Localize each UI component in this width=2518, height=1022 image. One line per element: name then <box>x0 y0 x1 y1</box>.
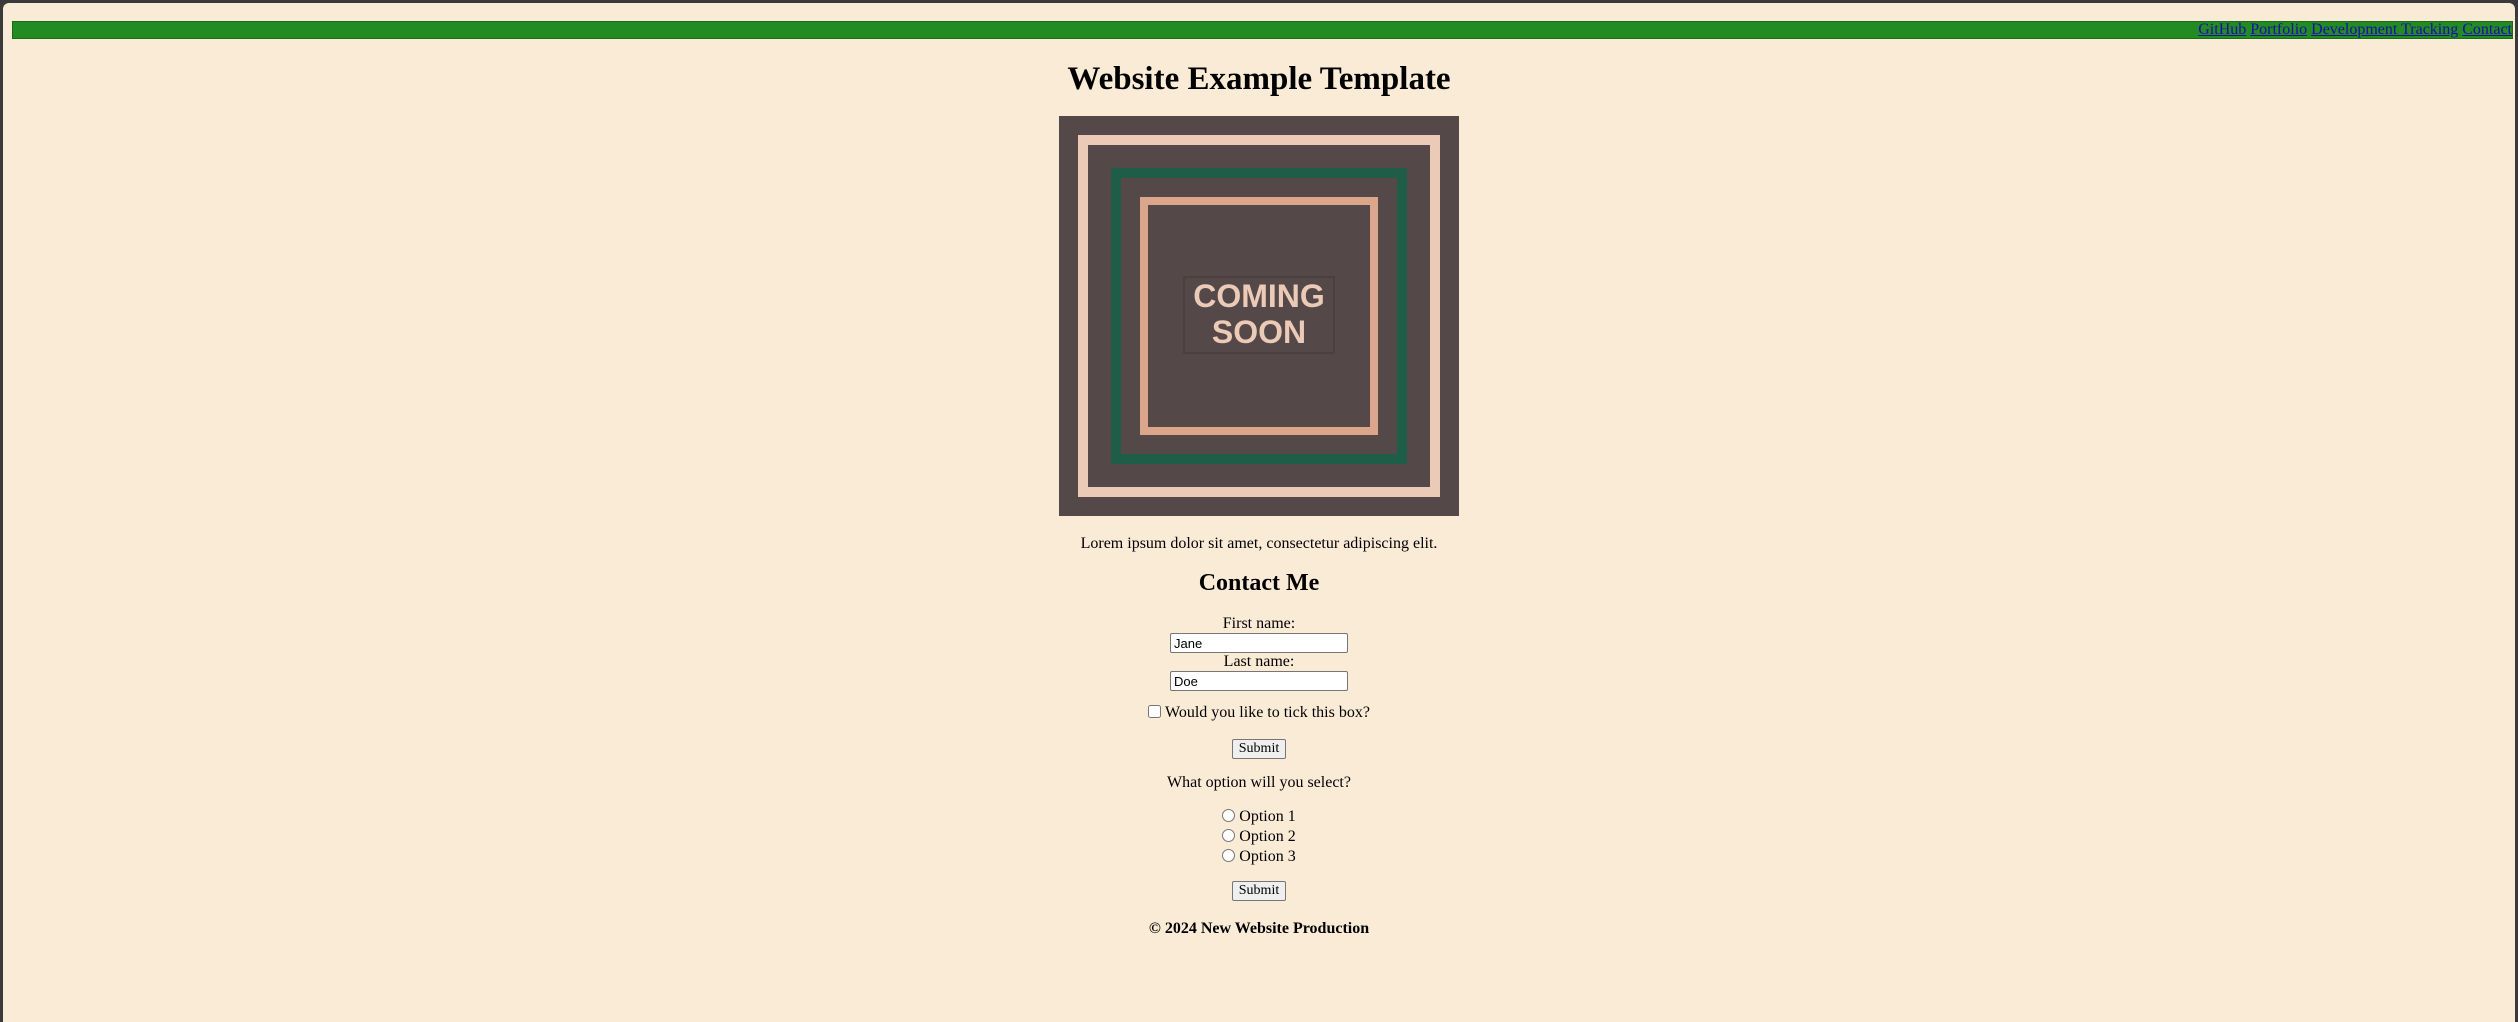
tick-checkbox[interactable] <box>1148 705 1162 718</box>
radio-option-3[interactable] <box>1222 849 1236 862</box>
coming-soon-image: COMING SOON <box>1059 116 1459 516</box>
radio-row-3: Option 3 <box>3 847 2515 867</box>
page-title: Website Example Template <box>1067 61 1451 97</box>
main-content: Website Example Template COMING SOON Lor… <box>3 55 2515 939</box>
last-name-field[interactable] <box>1170 671 1348 691</box>
top-navbar: GitHub Portfolio Development Tracking Co… <box>12 21 2513 39</box>
radio-label-3: Option 3 <box>1239 848 1296 865</box>
last-name-label: Last name: <box>1223 653 1295 670</box>
radio-label-1: Option 1 <box>1239 808 1296 825</box>
contact-heading: Contact Me <box>1198 570 1320 596</box>
checkbox-label: Would you like to tick this box? <box>1165 704 1370 721</box>
nav-link-contact[interactable]: Contact <box>2462 21 2512 38</box>
page: GitHub Portfolio Development Tracking Co… <box>3 3 2515 1022</box>
nav-link-development-tracking[interactable]: Development Tracking <box>2311 21 2458 38</box>
nav-link-github[interactable]: GitHub <box>2198 21 2246 38</box>
footer-copyright: © 2024 New Website Production <box>1148 920 1370 937</box>
hero-text-coming: COMING <box>1193 278 1325 314</box>
radio-label-2: Option 2 <box>1239 828 1296 845</box>
first-name-field[interactable] <box>1170 633 1348 653</box>
intro-paragraph: Lorem ipsum dolor sit amet, consectetur … <box>1080 535 1438 552</box>
radio-row-1: Option 1 <box>3 807 2515 827</box>
submit-button-2[interactable]: Submit <box>1231 881 1287 901</box>
first-name-label: First name: <box>1222 615 1296 632</box>
radio-row-2: Option 2 <box>3 827 2515 847</box>
checkbox-row: Would you like to tick this box? <box>3 703 2515 723</box>
submit-button[interactable]: Submit <box>1231 739 1287 759</box>
option-question: What option will you select? <box>1167 774 1351 791</box>
radio-option-2[interactable] <box>1222 829 1236 842</box>
nav-link-portfolio[interactable]: Portfolio <box>2250 21 2307 38</box>
radio-option-1[interactable] <box>1222 809 1236 822</box>
contact-form: First name: Last name: Would you like to… <box>3 615 2515 901</box>
radio-group: Option 1 Option 2 Option 3 <box>3 807 2515 867</box>
hero-text-soon: SOON <box>1212 314 1306 350</box>
